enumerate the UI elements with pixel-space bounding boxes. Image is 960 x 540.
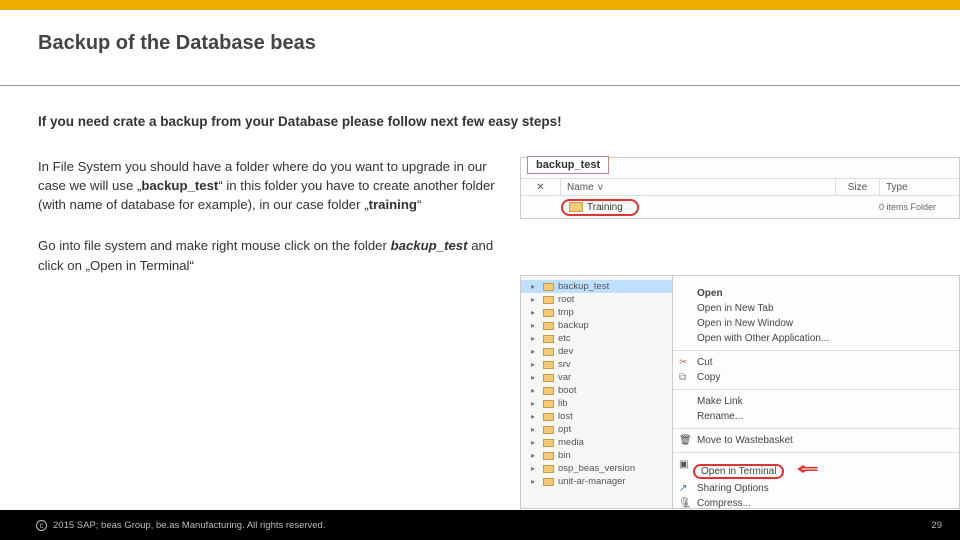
tree-item[interactable]: ▸root <box>521 293 672 306</box>
ctx-copy[interactable]: Copy <box>673 370 959 385</box>
ctx-open-other-app[interactable]: Open with Other Application... <box>673 331 959 346</box>
ctx-cut[interactable]: Cut <box>673 355 959 370</box>
accent-bar <box>0 0 960 10</box>
footer-copyright: c2015 SAP; beas Group, be.as Manufacturi… <box>36 520 326 531</box>
close-icon[interactable]: ✕ <box>521 179 561 195</box>
sort-chevron-icon: ∨ <box>597 182 604 193</box>
folder-icon <box>543 283 554 291</box>
file-manager-bottom: ▸backup_test ▸root ▸tmp ▸backup ▸etc ▸de… <box>520 275 960 509</box>
right-column: backup_test ✕ Name∨ Size Type Training <box>520 157 960 509</box>
copyright-icon: c <box>36 520 47 531</box>
compress-icon <box>679 498 691 510</box>
arrow-icon: ⇐ <box>797 459 818 479</box>
cut-icon <box>679 357 691 369</box>
fm-col-size[interactable]: Size <box>835 179 879 195</box>
intro-text: If you need crate a backup from your Dat… <box>38 114 960 129</box>
paragraph-1: In File System you should have a folder … <box>38 157 496 214</box>
highlight-ring: Open in Terminal <box>693 464 784 479</box>
ctx-make-link[interactable]: Make Link <box>673 394 959 409</box>
ctx-compress[interactable]: Compress... <box>673 496 959 511</box>
folder-tree[interactable]: ▸backup_test ▸root ▸tmp ▸backup ▸etc ▸de… <box>521 276 673 508</box>
tree-item[interactable]: ▸bin <box>521 449 672 462</box>
tree-item-selected[interactable]: ▸backup_test <box>521 280 672 293</box>
file-manager-top: backup_test ✕ Name∨ Size Type Training <box>520 157 960 219</box>
fm-row-training[interactable]: Training 0 items Folder <box>521 198 959 216</box>
tree-item[interactable]: ▸opt <box>521 423 672 436</box>
share-icon <box>679 483 691 495</box>
tree-item[interactable]: ▸backup <box>521 319 672 332</box>
ctx-sharing[interactable]: Sharing Options <box>673 481 959 496</box>
fm-col-type[interactable]: Type <box>879 179 959 195</box>
tree-item[interactable]: ▸tmp <box>521 306 672 319</box>
tree-item[interactable]: ▸unit-ar-manager <box>521 475 672 488</box>
tree-item[interactable]: ▸srv <box>521 358 672 371</box>
copy-icon <box>679 372 691 384</box>
left-column: In File System you should have a folder … <box>38 157 496 509</box>
tree-item[interactable]: ▸etc <box>521 332 672 345</box>
tree-item[interactable]: ▸media <box>521 436 672 449</box>
tree-item[interactable]: ▸lib <box>521 397 672 410</box>
context-menu: Open Open in New Tab Open in New Window … <box>673 276 959 508</box>
ctx-open-terminal[interactable]: Open in Terminal ⇐ <box>673 457 959 481</box>
tree-item[interactable]: ▸var <box>521 371 672 384</box>
highlight-ring: Training <box>561 199 639 216</box>
footer-bar: c2015 SAP; beas Group, be.as Manufacturi… <box>0 510 960 540</box>
page-title: Backup of the Database beas <box>0 10 960 55</box>
fm-row-label: Training <box>587 202 623 213</box>
content-area: If you need crate a backup from your Dat… <box>0 86 960 509</box>
ctx-move-wastebasket[interactable]: Move to Wastebasket <box>673 433 959 448</box>
fm-row-type: 0 items Folder <box>879 202 959 212</box>
page-number: 29 <box>931 520 942 531</box>
tree-item[interactable]: ▸lost <box>521 410 672 423</box>
paragraph-2: Go into file system and make right mouse… <box>38 236 496 274</box>
trash-icon <box>679 435 691 447</box>
ctx-open[interactable]: Open <box>673 286 959 301</box>
ctx-open-new-tab[interactable]: Open in New Tab <box>673 301 959 316</box>
fm-tab-backup-test[interactable]: backup_test <box>527 156 609 174</box>
ctx-open-new-window[interactable]: Open in New Window <box>673 316 959 331</box>
tree-item[interactable]: ▸boot <box>521 384 672 397</box>
ctx-rename[interactable]: Rename... <box>673 409 959 424</box>
tree-item[interactable]: ▸dev <box>521 345 672 358</box>
terminal-icon <box>679 459 691 471</box>
fm-header-row: ✕ Name∨ Size Type <box>521 178 959 196</box>
folder-icon <box>569 202 583 212</box>
tree-item[interactable]: ▸osp_beas_version <box>521 462 672 475</box>
fm-col-name[interactable]: Name∨ <box>561 179 835 195</box>
